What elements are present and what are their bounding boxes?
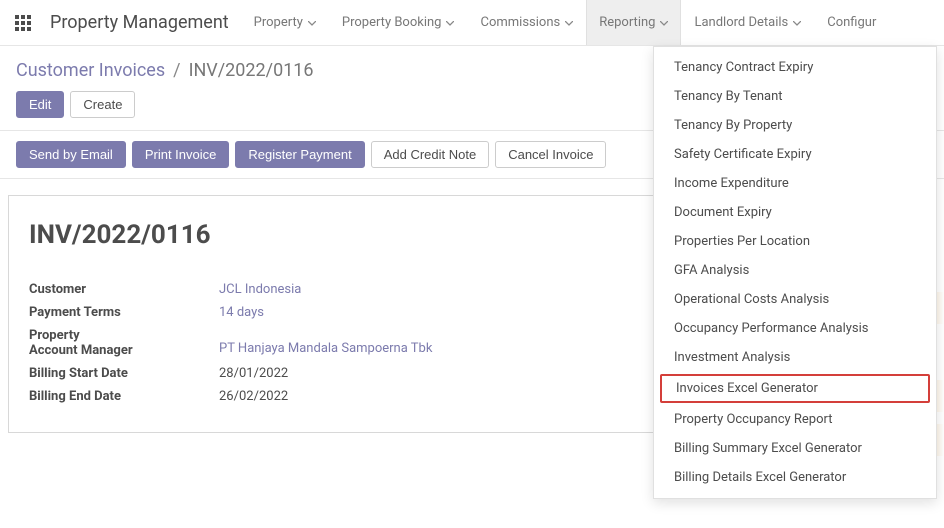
create-button[interactable]: Create	[70, 91, 135, 118]
nav-label: Property	[254, 15, 303, 30]
add-credit-note-button[interactable]: Add Credit Note	[371, 141, 490, 168]
billing-end-date-value: 26/02/2022	[219, 385, 432, 408]
dropdown-item[interactable]: Tenancy By Tenant	[654, 82, 936, 111]
chevron-down-icon	[660, 15, 668, 30]
dropdown-item[interactable]: Investment Analysis	[654, 343, 936, 372]
field-group: Customer JCL Indonesia Payment Terms 14 …	[29, 278, 432, 408]
nav-label: Reporting	[599, 15, 655, 30]
dropdown-item[interactable]: Operational Costs Analysis	[654, 285, 936, 314]
nav-item-reporting[interactable]: Reporting	[586, 0, 681, 45]
chevron-down-icon	[565, 15, 573, 30]
dropdown-item[interactable]: Occupancy Performance Analysis	[654, 314, 936, 343]
property-account-manager-value[interactable]: PT Hanjaya Mandala Sampoerna Tbk	[219, 324, 432, 362]
apps-icon[interactable]	[0, 0, 46, 45]
dropdown-item[interactable]: GFA Analysis	[654, 256, 936, 285]
send-by-email-button[interactable]: Send by Email	[16, 141, 126, 168]
nav-item-property[interactable]: Property	[241, 0, 329, 45]
billing-start-date-label: Billing Start Date	[29, 362, 219, 385]
billing-end-date-label: Billing End Date	[29, 385, 219, 408]
property-account-manager-label: Property Account Manager	[29, 324, 219, 362]
property-am-label-line1: Property	[29, 328, 80, 343]
dropdown-item[interactable]: Tenancy By Property	[654, 111, 936, 140]
register-payment-button[interactable]: Register Payment	[235, 141, 364, 168]
breadcrumb-separator: /	[173, 60, 180, 81]
chevron-down-icon	[793, 15, 801, 30]
app-brand[interactable]: Property Management	[46, 12, 241, 33]
customer-value[interactable]: JCL Indonesia	[219, 278, 432, 301]
dropdown-item[interactable]: Document Expiry	[654, 198, 936, 227]
breadcrumb-current: INV/2022/0116	[189, 60, 314, 81]
chevron-down-icon	[446, 15, 454, 30]
nav-label: Configur	[827, 15, 876, 30]
dropdown-item[interactable]: Property Occupancy Report	[654, 405, 936, 434]
top-navbar: Property Management Property Property Bo…	[0, 0, 944, 46]
dropdown-item[interactable]: Billing Summary Excel Generator	[654, 434, 936, 463]
nav-label: Landlord Details	[694, 15, 788, 30]
nav-item-commissions[interactable]: Commissions	[467, 0, 586, 45]
edit-button[interactable]: Edit	[16, 91, 64, 118]
print-invoice-button[interactable]: Print Invoice	[132, 141, 230, 168]
dropdown-item[interactable]: Properties Per Location	[654, 227, 936, 256]
property-am-label-line2: Account Manager	[29, 343, 133, 358]
nav-item-configuration[interactable]: Configur	[814, 0, 889, 45]
nav-item-landlord-details[interactable]: Landlord Details	[681, 0, 814, 45]
dropdown-item[interactable]: Invoices Excel Generator	[660, 374, 930, 403]
customer-label: Customer	[29, 278, 219, 301]
nav-label: Commissions	[480, 15, 560, 30]
dropdown-item[interactable]: Billing Details Excel Generator	[654, 463, 936, 492]
dropdown-item[interactable]: Tenancy Contract Expiry	[654, 53, 936, 82]
nav-items: Property Property Booking Commissions Re…	[241, 0, 890, 45]
cancel-invoice-button[interactable]: Cancel Invoice	[495, 141, 606, 168]
billing-start-date-value: 28/01/2022	[219, 362, 432, 385]
breadcrumb-root[interactable]: Customer Invoices	[16, 60, 165, 81]
reporting-dropdown: Tenancy Contract ExpiryTenancy By Tenant…	[653, 46, 937, 499]
payment-terms-label: Payment Terms	[29, 301, 219, 324]
dropdown-item[interactable]: Income Expenditure	[654, 169, 936, 198]
nav-item-property-booking[interactable]: Property Booking	[329, 0, 468, 45]
payment-terms-value[interactable]: 14 days	[219, 301, 432, 324]
nav-label: Property Booking	[342, 15, 442, 30]
dropdown-item[interactable]: Safety Certificate Expiry	[654, 140, 936, 169]
chevron-down-icon	[308, 15, 316, 30]
